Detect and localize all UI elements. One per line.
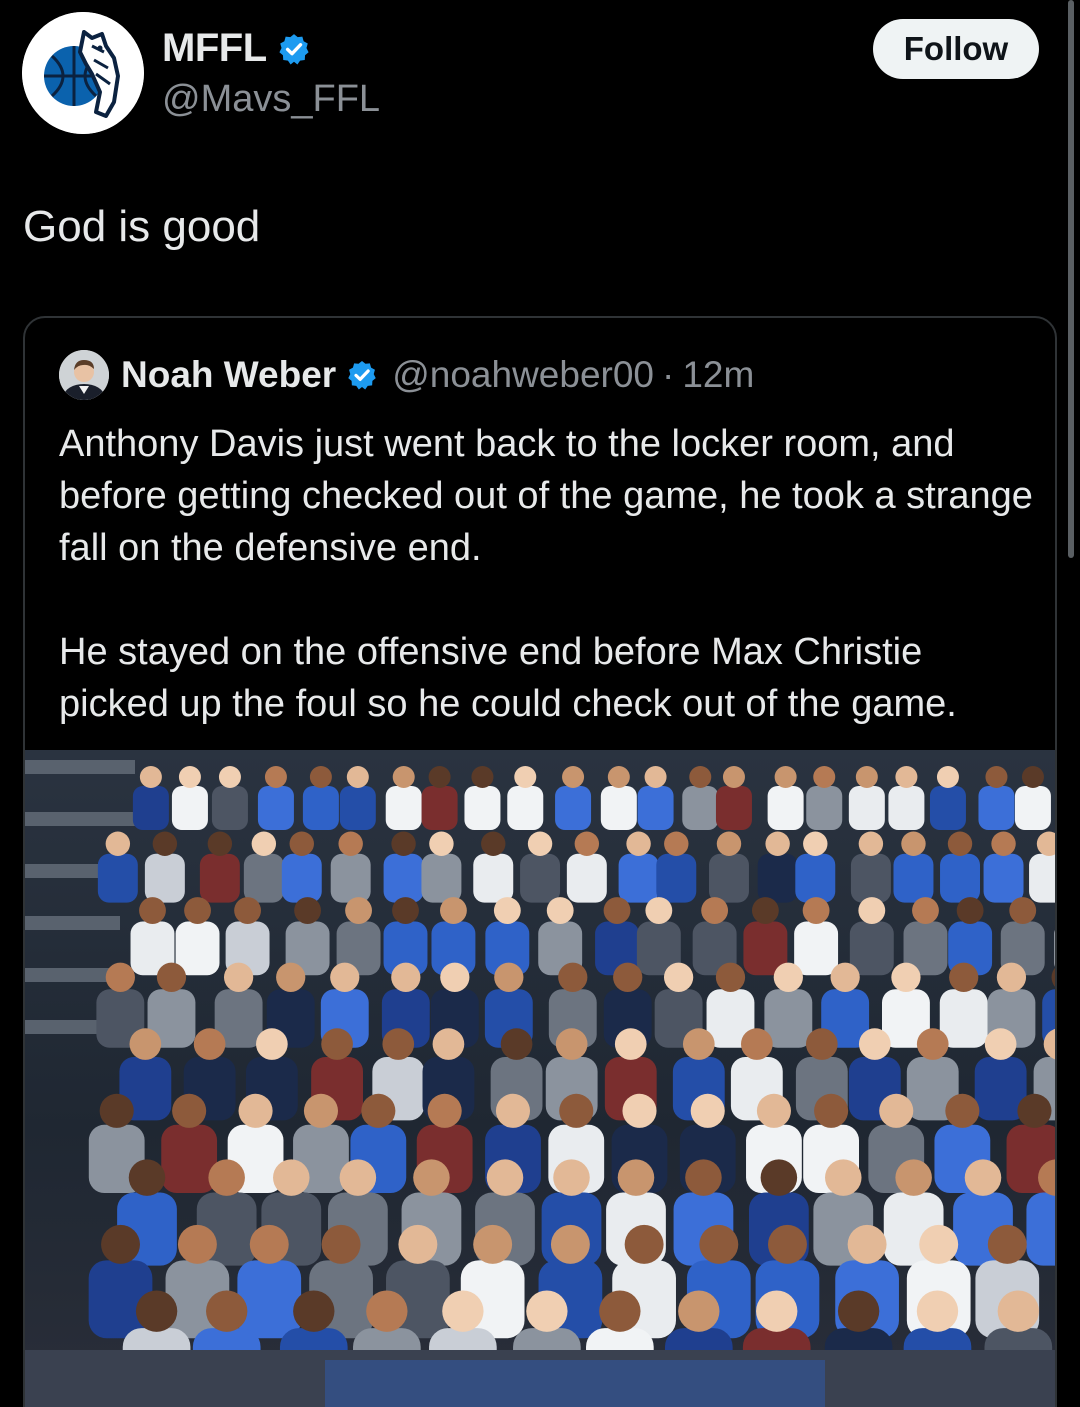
tweet-page: MFFL @Mavs_FFL Follow God is good Noah W… — [0, 0, 1080, 1407]
tweet-text: God is good — [23, 202, 261, 251]
verified-badge-icon — [348, 361, 376, 390]
mavericks-logo-icon — [22, 12, 144, 134]
verified-badge-icon — [279, 33, 309, 64]
person-avatar-icon — [59, 350, 109, 400]
quoted-author-handle[interactable]: @noahweber00 — [392, 354, 654, 396]
author-avatar[interactable] — [22, 12, 144, 134]
arena-crowd-photo — [25, 750, 1055, 1407]
quoted-paragraph: Anthony Davis just went back to the lock… — [59, 423, 1033, 569]
scrollbar[interactable] — [1068, 0, 1074, 558]
author-handle[interactable]: @Mavs_FFL — [162, 78, 380, 121]
quoted-paragraph: He stayed on the offensive end before Ma… — [59, 631, 957, 725]
quoted-author-avatar[interactable] — [59, 350, 109, 400]
quoted-timestamp[interactable]: 12m — [682, 354, 754, 396]
quoted-tweet-body: Anthony Davis just went back to the lock… — [59, 418, 1039, 730]
author-name-row: MFFL — [162, 26, 311, 71]
author-display-name[interactable]: MFFL — [162, 26, 267, 71]
quoted-media-photo[interactable] — [25, 750, 1055, 1407]
follow-button[interactable]: Follow — [873, 19, 1039, 79]
meta-separator: · — [662, 354, 675, 395]
quoted-tweet-header: Noah Weber @noahweber00 · 12m — [59, 350, 754, 400]
quoted-tweet-card[interactable]: Noah Weber @noahweber00 · 12m Anthony Da… — [23, 316, 1057, 1407]
quoted-author-name[interactable]: Noah Weber — [121, 354, 336, 396]
